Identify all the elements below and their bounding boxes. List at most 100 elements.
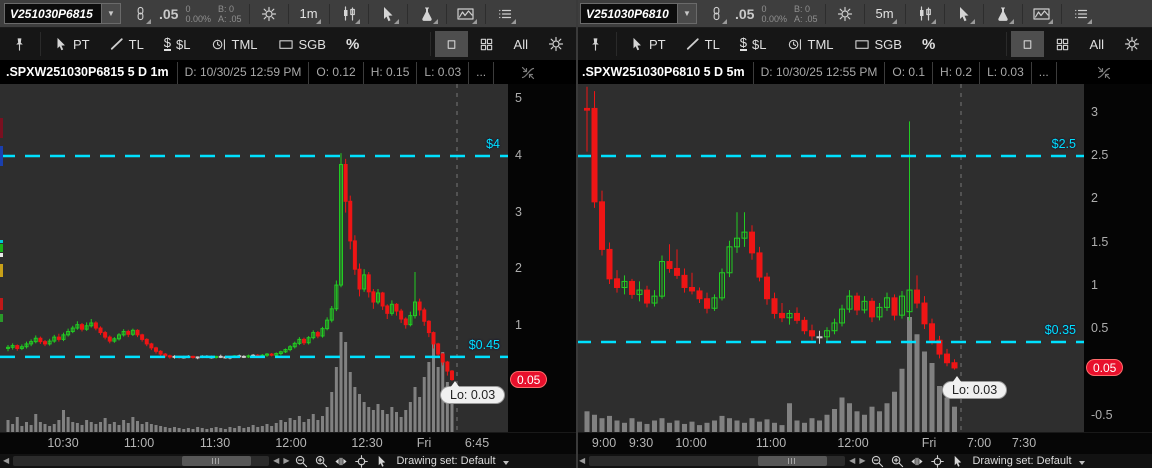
pattern-tool-icon[interactable] <box>1030 2 1054 26</box>
low-tooltip: Lo: 0.03 <box>440 386 505 404</box>
scroll-left-icon[interactable]: ◀ <box>3 455 9 467</box>
grid-layout-button[interactable] <box>470 31 503 57</box>
grid-layout-button[interactable] <box>1046 31 1079 57</box>
studies-flask-icon[interactable] <box>991 2 1015 26</box>
gear-icon[interactable] <box>833 2 857 26</box>
dollar-level-tool-button[interactable]: $ $L <box>155 31 200 57</box>
trading-app: ▼ .05 0 0.00% B: 0 A: .05 1m <box>0 0 1152 468</box>
settings-gear-button[interactable] <box>539 31 573 57</box>
tl-tool-button[interactable]: TL <box>677 31 729 57</box>
timeframe-label: 1m <box>296 6 322 21</box>
tml-tool-button[interactable]: TML <box>202 31 267 57</box>
panel-divider[interactable] <box>576 0 578 468</box>
price-axis[interactable]: 0.05 32.521.510.5-0.5 <box>1084 84 1152 432</box>
chart-type-icon[interactable] <box>337 2 361 26</box>
pin-button[interactable] <box>3 31 36 57</box>
collapse-cell-button[interactable] <box>1096 62 1112 84</box>
link-icon[interactable] <box>128 2 152 26</box>
single-chart-layout-button[interactable] <box>435 31 468 57</box>
bid-value: B: 0 <box>218 4 242 14</box>
price-level-label[interactable]: $2.5 <box>1052 137 1076 151</box>
price-level-label[interactable]: $0.35 <box>1045 323 1076 337</box>
percent-label: % <box>346 36 359 53</box>
price-tick-label: 4 <box>515 148 522 162</box>
quick-menu-icon[interactable] <box>1069 2 1093 26</box>
bar-width-icon[interactable] <box>333 455 349 468</box>
zoom-out-icon[interactable] <box>869 455 885 468</box>
drawing-set-label[interactable]: Drawing set: Default <box>972 455 1071 467</box>
step-right-icon[interactable]: ▶ <box>283 455 289 467</box>
all-charts-button[interactable]: All <box>505 31 537 57</box>
chart-area[interactable]: 0.05 32.521.510.5-0.5 Lo: 0.03 $2.5$0.35 <box>576 84 1152 432</box>
last-price-bubble: 0.05 <box>1086 359 1123 376</box>
cursor-tool-icon[interactable] <box>376 2 400 26</box>
sgb-tool-button[interactable]: SGB <box>269 31 335 57</box>
scroll-left-icon[interactable]: ◀ <box>579 455 585 467</box>
percent-tool-button[interactable]: % <box>913 31 944 57</box>
time-axis[interactable]: 10:3011:0011:3012:0012:30Fri6:45 <box>0 432 576 454</box>
chart-type-icon[interactable] <box>913 2 937 26</box>
drawing-set-label[interactable]: Drawing set: Default <box>396 455 495 467</box>
left-edge-artifact <box>0 240 3 243</box>
top-toolbar: ▼ .05 0 0.00% B: 0 A: .05 5m <box>576 0 1152 28</box>
pt-tool-button[interactable]: PT <box>621 31 675 57</box>
all-charts-button[interactable]: All <box>1081 31 1113 57</box>
timeframe-button[interactable]: 5m <box>872 2 898 26</box>
tml-tool-button[interactable]: TML <box>778 31 843 57</box>
cursor-mode-icon[interactable] <box>373 455 389 468</box>
symbol-dropdown-button[interactable]: ▼ <box>102 3 121 24</box>
pin-button[interactable] <box>579 31 612 57</box>
single-chart-layout-button[interactable] <box>1011 31 1044 57</box>
dollar-level-tool-button[interactable]: $ $L <box>731 31 776 57</box>
crosshair-icon[interactable] <box>929 455 945 468</box>
symbol-dropdown-button[interactable]: ▼ <box>678 3 697 24</box>
drawing-set-dropdown-icon[interactable] <box>1079 461 1085 465</box>
cursor-mode-icon[interactable] <box>949 455 965 468</box>
price-level-label[interactable]: $4 <box>486 137 500 151</box>
chart-scrollbar[interactable] <box>13 456 269 466</box>
price-level-label[interactable]: $0.45 <box>469 338 500 352</box>
ohlc-more[interactable]: ... <box>1032 62 1057 84</box>
zoom-in-icon[interactable] <box>889 455 905 468</box>
time-axis[interactable]: 9:009:3010:0011:0012:00Fri7:007:30 <box>576 432 1152 454</box>
gear-icon[interactable] <box>257 2 281 26</box>
zoom-in-icon[interactable] <box>313 455 329 468</box>
quick-menu-icon[interactable] <box>493 2 517 26</box>
scrollbar-handle[interactable] <box>758 456 827 466</box>
studies-flask-icon[interactable] <box>415 2 439 26</box>
step-right-icon[interactable]: ▶ <box>859 455 865 467</box>
settings-gear-button[interactable] <box>1115 31 1149 57</box>
sgb-tool-button[interactable]: SGB <box>845 31 911 57</box>
drawing-set-dropdown-icon[interactable] <box>503 461 509 465</box>
crosshair-icon[interactable] <box>353 455 369 468</box>
timeframe-button[interactable]: 1m <box>296 2 322 26</box>
tl-tool-button[interactable]: TL <box>101 31 153 57</box>
scrollbar-handle[interactable] <box>182 456 251 466</box>
step-left-icon[interactable]: ◀ <box>273 455 279 467</box>
chart-area[interactable]: 0.05 54321 Lo: 0.03 $4 $0.45 <box>0 84 576 432</box>
ohlc-more[interactable]: ... <box>469 62 494 84</box>
pt-tool-button[interactable]: PT <box>45 31 99 57</box>
single-square-icon <box>1020 37 1035 52</box>
ohlc-date: D: 10/30/25 12:55 PM <box>754 62 886 84</box>
symbol-input[interactable] <box>4 3 102 24</box>
cursor-tool-icon[interactable] <box>952 2 976 26</box>
zoom-out-icon[interactable] <box>293 455 309 468</box>
link-icon[interactable] <box>704 2 728 26</box>
symbol-input[interactable] <box>580 3 678 24</box>
ohlc-open: O: 0.1 <box>885 62 933 84</box>
candlestick-plot <box>0 84 508 432</box>
bar-width-icon[interactable] <box>909 455 925 468</box>
clock-icon <box>211 37 227 52</box>
chart-scrollbar[interactable] <box>589 456 845 466</box>
collapse-cell-button[interactable] <box>520 62 536 84</box>
pattern-tool-icon[interactable] <box>454 2 478 26</box>
price-axis[interactable]: 0.05 54321 <box>508 84 576 432</box>
percent-tool-button[interactable]: % <box>337 31 368 57</box>
time-tick-label: 11:00 <box>124 436 154 450</box>
step-left-icon[interactable]: ◀ <box>849 455 855 467</box>
chart-panel-right: ▼ .05 0 0.00% B: 0 A: .05 5m <box>576 0 1152 468</box>
price-tick-label: 2 <box>515 261 522 275</box>
time-tick-label: 12:00 <box>837 436 868 450</box>
net-change: 0 <box>185 4 211 14</box>
